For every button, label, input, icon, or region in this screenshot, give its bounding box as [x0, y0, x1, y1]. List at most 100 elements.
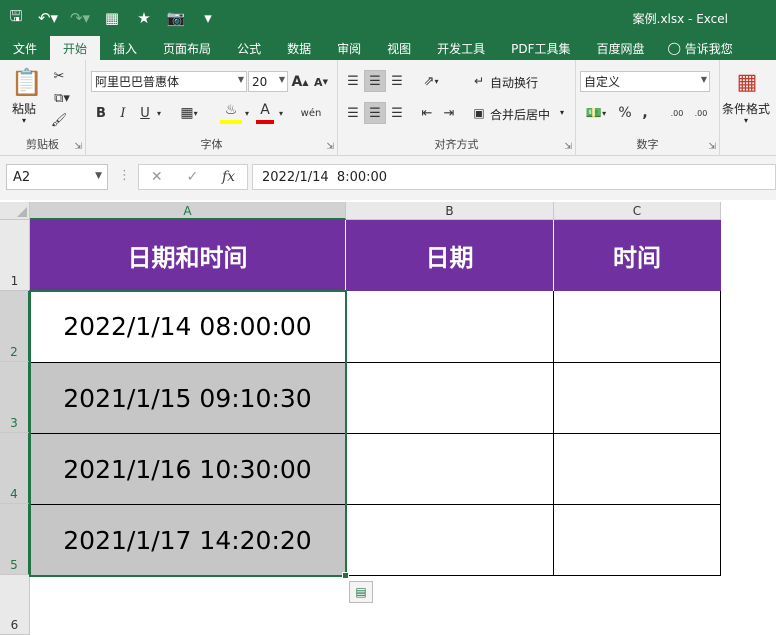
formula-input[interactable]: 2022/1/14 8:00:00	[252, 164, 776, 190]
form-icon[interactable]: ▦	[96, 0, 128, 36]
quick-analysis-icon[interactable]: ▤	[349, 581, 373, 603]
font-color-icon[interactable]: A	[256, 100, 274, 124]
increase-indent-icon[interactable]: ⇥	[438, 102, 460, 124]
decrease-decimal-icon[interactable]: .00	[690, 102, 712, 124]
conditional-format-dropdown-icon[interactable]: ▾	[744, 116, 748, 125]
align-right-icon[interactable]: ☰	[386, 102, 408, 124]
customize-icon[interactable]: ▾	[192, 0, 224, 36]
row-header-1[interactable]: 1	[0, 220, 30, 291]
cell-c5[interactable]	[554, 505, 721, 576]
tab-review[interactable]: 审阅	[324, 36, 374, 60]
tab-file[interactable]: 文件	[0, 36, 50, 60]
fill-color-icon[interactable]: ♨	[220, 100, 242, 124]
tab-baidu-netdisk[interactable]: 百度网盘	[584, 36, 658, 60]
borders-icon[interactable]: ▦ ▾	[174, 102, 204, 124]
underline-button[interactable]: U	[136, 102, 154, 124]
paste-button[interactable]: 粘贴	[12, 100, 36, 117]
number-format-select[interactable]: 自定义 ▼	[580, 71, 710, 92]
cell-c3[interactable]	[554, 363, 721, 434]
row-header-6[interactable]: 6	[0, 575, 30, 635]
tab-insert[interactable]: 插入	[100, 36, 150, 60]
number-launcher-icon[interactable]: ⇲	[708, 142, 716, 152]
merge-center-icon[interactable]: ▣	[470, 102, 488, 124]
row-header-5[interactable]: 5	[0, 504, 30, 575]
tab-home[interactable]: 开始	[50, 36, 101, 60]
tab-developer[interactable]: 开发工具	[424, 36, 498, 60]
select-all-button[interactable]	[0, 202, 30, 220]
align-left-icon[interactable]: ☰	[342, 102, 364, 124]
copy-icon[interactable]: ⧉▾	[48, 88, 76, 108]
tab-page-layout[interactable]: 页面布局	[150, 36, 224, 60]
save-icon[interactable]: 🖫	[0, 0, 32, 36]
tab-formulas[interactable]: 公式	[224, 36, 274, 60]
font-color-dropdown-icon[interactable]: ▾	[276, 102, 286, 124]
format-painter-icon[interactable]: 🖌	[48, 110, 70, 130]
column-header-b[interactable]: B	[346, 202, 554, 220]
merge-dropdown-icon[interactable]: ▾	[560, 108, 564, 117]
name-box[interactable]: A2 ▼	[6, 164, 108, 190]
column-header-a[interactable]: A	[30, 202, 346, 220]
redo-icon[interactable]: ↷▾	[64, 0, 96, 36]
grow-font-icon[interactable]: A ▲	[291, 72, 309, 92]
font-name-select[interactable]: 阿里巴巴普惠体 ▼	[91, 71, 247, 92]
bold-button[interactable]: B	[92, 102, 110, 124]
undo-icon[interactable]: ↶▾	[32, 0, 64, 36]
align-center-icon[interactable]: ☰	[364, 102, 386, 124]
tab-data[interactable]: 数据	[274, 36, 324, 60]
font-launcher-icon[interactable]: ⇲	[326, 142, 334, 152]
conditional-format-icon[interactable]: ▦	[732, 66, 762, 98]
wrap-text-icon[interactable]: ↵	[470, 70, 488, 92]
chevron-down-icon[interactable]: ▼	[95, 171, 102, 181]
row-header-2[interactable]: 2	[0, 291, 30, 362]
cell-a1[interactable]: 日期和时间	[30, 220, 346, 291]
underline-dropdown-icon[interactable]: ▾	[154, 102, 164, 124]
cell-a4[interactable]: 2021/1/16 10:30:00	[30, 434, 346, 505]
cell-a3[interactable]: 2021/1/15 09:10:30	[30, 363, 346, 434]
cut-icon[interactable]: ✂	[48, 66, 70, 86]
clipboard-launcher-icon[interactable]: ⇲	[74, 142, 82, 152]
cell-c1[interactable]: 时间	[554, 220, 721, 291]
insert-function-icon[interactable]: fx	[222, 169, 235, 185]
camera-icon[interactable]: 📷	[160, 0, 192, 36]
decrease-indent-icon[interactable]: ⇤	[416, 102, 438, 124]
confirm-icon[interactable]: ✓	[186, 169, 198, 185]
font-size-select[interactable]: 20 ▼	[248, 71, 288, 92]
cell-b2[interactable]	[346, 291, 554, 363]
alignment-launcher-icon[interactable]: ⇲	[564, 142, 572, 152]
italic-button[interactable]: I	[114, 102, 132, 124]
cell-b4[interactable]	[346, 434, 554, 505]
conditional-format-button[interactable]: 条件格式	[722, 100, 770, 117]
row-header-3[interactable]: 3	[0, 362, 30, 433]
percent-style-icon[interactable]: %	[616, 102, 634, 124]
cell-c4[interactable]	[554, 434, 721, 505]
row-header-4[interactable]: 4	[0, 433, 30, 504]
paste-icon[interactable]: 📋	[11, 66, 43, 100]
paste-dropdown-icon[interactable]: ▾	[22, 116, 26, 125]
cell-c2[interactable]	[554, 291, 721, 363]
star-icon[interactable]: ★	[128, 0, 160, 36]
merge-center-button[interactable]: 合并后居中	[490, 106, 550, 123]
fill-color-dropdown-icon[interactable]: ▾	[242, 102, 252, 124]
cell-b1[interactable]: 日期	[346, 220, 554, 291]
increase-decimal-icon[interactable]: .00	[666, 102, 688, 124]
phonetic-guide-icon[interactable]: wén	[298, 102, 324, 124]
wrap-text-button[interactable]: 自动换行	[490, 74, 538, 91]
tell-me-search[interactable]: ◯ 告诉我您	[658, 36, 746, 60]
formula-bar-grip-icon[interactable]: ⋮	[118, 168, 131, 183]
fill-handle[interactable]	[342, 572, 349, 579]
tab-view[interactable]: 视图	[374, 36, 424, 60]
cell-b3[interactable]	[346, 363, 554, 434]
accounting-format-icon[interactable]: 💵 ▾	[580, 102, 612, 124]
orientation-icon[interactable]: ⇗ ▾	[416, 70, 446, 92]
align-middle-icon[interactable]: ☰	[364, 70, 386, 92]
comma-style-icon[interactable]: ,	[638, 102, 652, 124]
cancel-icon[interactable]: ✕	[151, 169, 163, 185]
column-header-c[interactable]: C	[554, 202, 721, 220]
cell-a2[interactable]: 2022/1/14 08:00:00	[30, 291, 346, 363]
cell-b5[interactable]	[346, 505, 554, 576]
shrink-font-icon[interactable]: A ▼	[312, 72, 330, 92]
tab-pdf-tools[interactable]: PDF工具集	[498, 36, 583, 60]
align-top-icon[interactable]: ☰	[342, 70, 364, 92]
align-bottom-icon[interactable]: ☰	[386, 70, 408, 92]
cell-a5[interactable]: 2021/1/17 14:20:20	[30, 505, 346, 576]
